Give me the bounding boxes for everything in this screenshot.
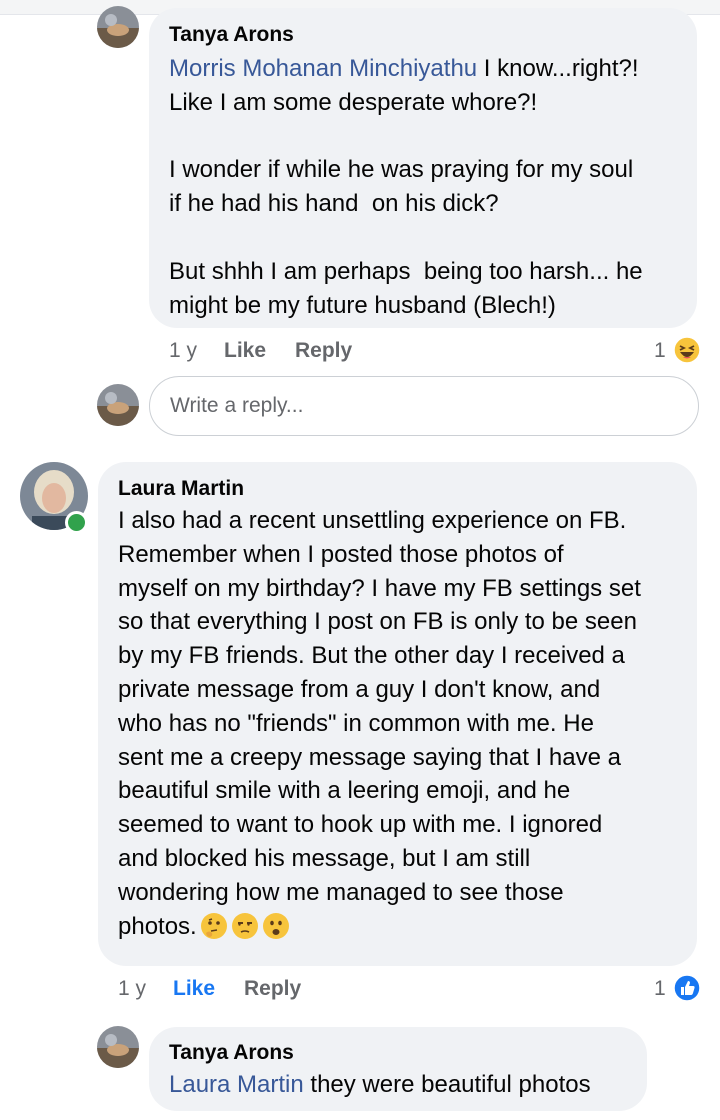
comment-bubble: Tanya Arons Morris Mohanan Minchiyathu I…: [149, 8, 697, 328]
like-button[interactable]: Like: [224, 339, 266, 363]
unamused-face-icon: [231, 912, 259, 950]
avatar[interactable]: [97, 1026, 139, 1068]
mention-link[interactable]: Laura Martin: [169, 1071, 304, 1098]
comment-author[interactable]: Tanya Arons: [169, 1041, 294, 1065]
comment-time[interactable]: 1 y: [118, 977, 146, 1001]
reply-input[interactable]: [150, 377, 698, 435]
reply-input-container[interactable]: [149, 376, 699, 436]
comment-text: Laura Martin they were beautiful photos: [169, 1068, 644, 1102]
reply-button[interactable]: Reply: [244, 977, 301, 1001]
frowning-face-icon: [262, 912, 290, 950]
avatar[interactable]: [97, 6, 139, 48]
online-status-indicator: [65, 511, 88, 534]
reaction-count[interactable]: 1: [654, 977, 666, 1001]
thumbs-up-reaction-icon[interactable]: [673, 974, 701, 1007]
comment-text: Morris Mohanan Minchiyathu I know...righ…: [169, 52, 689, 322]
reaction-count[interactable]: 1: [654, 339, 666, 363]
comment-text: I also had a recent unsettling experienc…: [118, 504, 693, 949]
comment-body: they were beautiful photos: [303, 1071, 591, 1098]
reply-button[interactable]: Reply: [295, 339, 352, 363]
laughing-emoji-icon[interactable]: [673, 336, 701, 369]
mention-link[interactable]: Morris Mohanan Minchiyathu: [169, 55, 477, 82]
comment-body: I also had a recent unsettling experienc…: [118, 507, 641, 940]
comment-bubble: Laura Martin I also had a recent unsettl…: [98, 462, 697, 966]
like-button[interactable]: Like: [173, 977, 215, 1001]
comment-author[interactable]: Tanya Arons: [169, 23, 294, 47]
comment-bubble: Tanya Arons Laura Martin they were beaut…: [149, 1027, 647, 1111]
comment-time[interactable]: 1 y: [169, 339, 197, 363]
thinking-face-icon: [200, 912, 228, 950]
comment-body: I know...right?! Like I am some desperat…: [169, 55, 643, 319]
comment-author[interactable]: Laura Martin: [118, 477, 244, 501]
current-user-avatar[interactable]: [97, 384, 139, 426]
